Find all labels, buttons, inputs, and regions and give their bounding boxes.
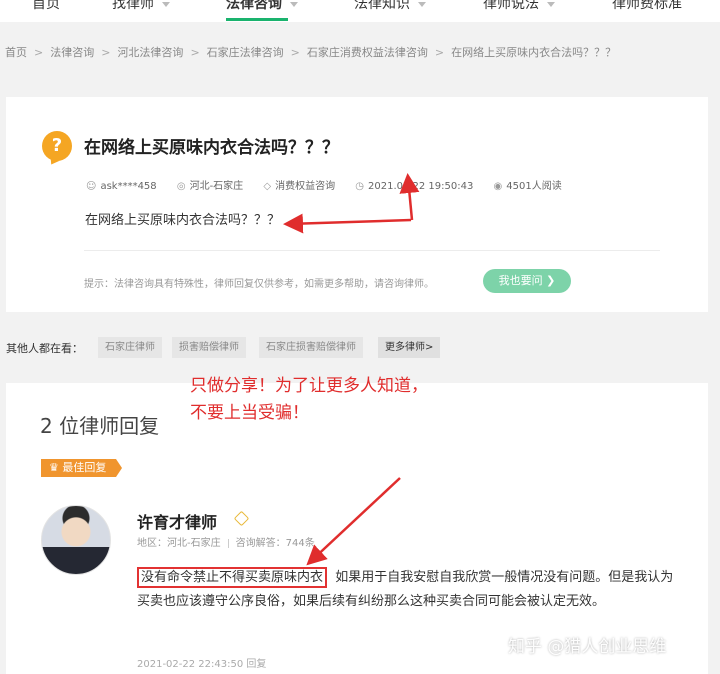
clock-icon: ◷ xyxy=(355,181,364,192)
nav-legal-consult[interactable]: 法律咨询 xyxy=(226,0,298,13)
nav-legal-knowledge[interactable]: 法律知识 xyxy=(354,0,426,13)
trophy-icon: ♛ xyxy=(49,461,59,474)
answer-highlight: 没有命令禁止不得买卖原味内衣 xyxy=(137,567,328,588)
ask-too-label: 我也要问 xyxy=(498,274,543,287)
user-icon: ☺ xyxy=(86,181,97,192)
question-body: 在网络上买原味内衣合法吗？？？ xyxy=(85,213,281,228)
location-icon: ◎ xyxy=(176,181,186,192)
nav-legal-consult-label: 法律咨询 xyxy=(226,0,282,12)
question-time: 2021.02.22 19:50:43 xyxy=(368,181,474,192)
question-user: ask****458 xyxy=(100,181,157,192)
question-location: 河北-石家庄 xyxy=(189,181,244,192)
breadcrumb-separator: > xyxy=(34,46,44,59)
tag-icon: ◇ xyxy=(263,181,272,192)
annotation-line: 不要上当受骗！ xyxy=(190,403,309,423)
breadcrumb-separator: > xyxy=(101,46,111,59)
breadcrumb: 首页 > 法律咨询 > 河北法律咨询 > 石家庄法律咨询 > 石家庄消费权益法律咨询 > 在网络上买… xyxy=(5,44,616,60)
verified-badge-icon xyxy=(233,510,250,527)
nav-home[interactable]: 首页 xyxy=(32,0,60,13)
related-tag[interactable]: 石家庄损害赔偿律师 xyxy=(259,337,363,358)
divider xyxy=(84,250,660,251)
breadcrumb-item[interactable]: 石家庄法律咨询 xyxy=(207,44,284,60)
others-viewing-label: 其他人都在看： xyxy=(6,342,83,355)
separator xyxy=(227,538,229,548)
nav-fee-standard[interactable]: 律师费标准 xyxy=(612,0,682,13)
annotation-line: 只做分享！为了让更多人知道， xyxy=(190,376,428,396)
nav-find-lawyer[interactable]: 找律师 xyxy=(112,0,170,13)
related-tag[interactable]: 损害赔偿律师 xyxy=(172,337,246,358)
breadcrumb-separator: > xyxy=(190,46,200,59)
best-answer-label: 最佳回复 xyxy=(62,461,107,474)
nav-find-lawyer-label: 找律师 xyxy=(112,0,154,12)
related-tag[interactable]: 石家庄律师 xyxy=(98,337,162,358)
chevron-down-icon xyxy=(162,1,170,7)
best-answer-badge: ♛ 最佳回复 xyxy=(41,459,123,477)
watermark: 知乎 @猎人创业思维 xyxy=(508,637,667,657)
answers-heading: 2 位律师回复 xyxy=(40,414,160,438)
question-card: ? 在网络上买原味内衣合法吗？？？ ☺ ask****458 ◎ 河北-石家庄 ◇ 消… xyxy=(6,97,708,312)
breadcrumb-separator: > xyxy=(434,46,445,59)
breadcrumb-item[interactable]: 河北法律咨询 xyxy=(117,44,183,60)
more-lawyers-link[interactable]: 更多律师> xyxy=(378,337,441,358)
eye-icon: ◉ xyxy=(493,181,503,192)
question-title: 在网络上买原味内衣合法吗？？？ xyxy=(84,138,339,158)
chevron-down-icon xyxy=(547,1,555,7)
chevron-down-icon xyxy=(290,1,298,7)
breadcrumb-item[interactable]: 法律咨询 xyxy=(50,44,94,60)
active-tab-indicator xyxy=(226,18,288,21)
chevron-down-icon xyxy=(418,1,426,7)
question-icon: ? xyxy=(42,131,72,161)
chevron-right-icon: ❯ xyxy=(546,274,556,287)
question-category[interactable]: 消费权益咨询 xyxy=(275,181,335,192)
nav-legal-knowledge-label: 法律知识 xyxy=(354,0,410,12)
top-nav: 首页 找律师 法律咨询 法律知识 律师说法 律师费标准 xyxy=(0,0,720,22)
nav-lawyer-talk[interactable]: 律师说法 xyxy=(483,0,555,13)
breadcrumb-item[interactable]: 石家庄消费权益法律咨询 xyxy=(307,44,428,60)
lawyer-name[interactable]: 许育才律师 xyxy=(137,509,217,533)
question-meta: ☺ ask****458 ◎ 河北-石家庄 ◇ 消费权益咨询 ◷ 2021.02.22 … xyxy=(86,177,579,192)
question-tip: 提示：法律咨询具有特殊性，律师回复仅供参考，如需更多帮助，请咨询律师。 xyxy=(84,279,434,290)
lawyer-answer-count: 咨询解答：744条 xyxy=(235,538,315,549)
breadcrumb-item[interactable]: 首页 xyxy=(5,44,27,60)
lawyer-avatar[interactable] xyxy=(41,505,111,575)
breadcrumb-separator: > xyxy=(290,46,300,59)
nav-lawyer-talk-label: 律师说法 xyxy=(483,0,539,12)
answer-text: 没有命令禁止不得买卖原味内衣 如果用于自我安慰自我欣赏一般情况没有问题。但是我认… xyxy=(137,566,682,614)
ask-too-button[interactable]: 我也要问 ❯ xyxy=(483,269,571,293)
question-reads: 4501人阅读 xyxy=(506,181,562,192)
breadcrumb-current: 在网络上买原味内衣合法吗？？？ xyxy=(451,46,617,59)
lawyer-meta: 地区：河北-石家庄 咨询解答：744条 xyxy=(137,534,315,549)
answer-time: 2021-02-22 22:43:50 回复 xyxy=(137,659,267,670)
annotation-text: 只做分享！为了让更多人知道， 不要上当受骗！ xyxy=(190,373,428,427)
lawyer-region: 地区：河北-石家庄 xyxy=(137,538,221,549)
